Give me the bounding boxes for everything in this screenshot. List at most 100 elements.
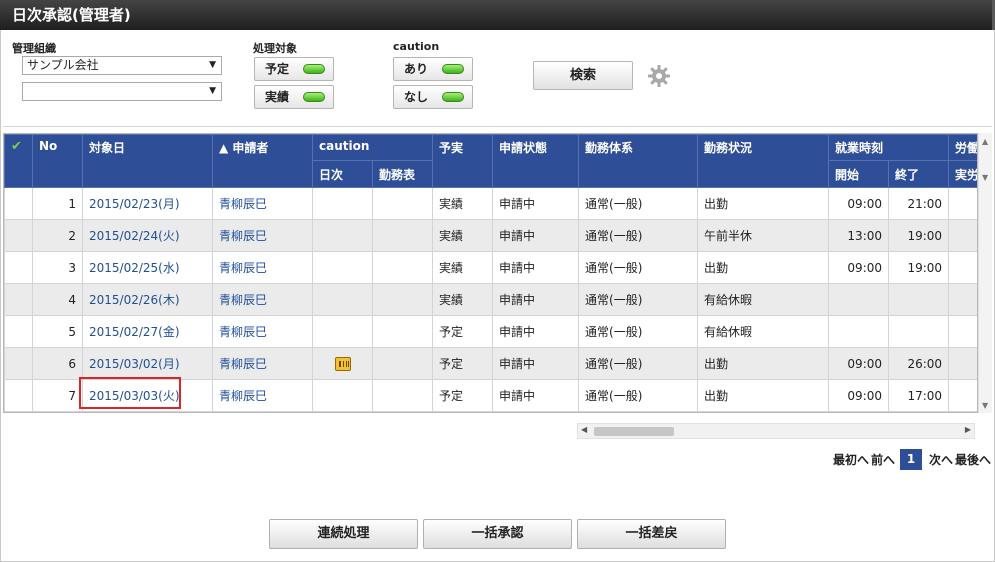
vertical-scrollbar[interactable]: ▲ ▼ ▼ [978,133,992,413]
row-caution-sheet [371,219,434,252]
row-applicant-link[interactable]: 青柳辰巳 [212,283,313,316]
sequential-process-button[interactable]: 連続処理 [269,519,418,549]
row-applicant-link[interactable]: 青柳辰巳 [212,347,313,380]
header-date[interactable]: 対象日 [82,134,213,188]
row-caution-daily [312,187,373,220]
scroll-thumb[interactable] [594,427,674,436]
row-end: 21:00 [888,187,950,220]
horizontal-scrollbar[interactable]: ◀ ▶ [577,423,975,439]
header-applicant[interactable]: ▲ 申請者 [212,134,313,188]
row-start: 13:00 [828,219,890,252]
header-worktime-start: 開始 [828,160,890,188]
row-no: 1 [32,187,83,220]
row-applicant-link[interactable]: 青柳辰巳 [212,187,313,220]
row-status: 申請中 [492,283,580,316]
select-all-header[interactable]: ✔ [4,134,33,188]
chevron-down-icon: ▼ [209,60,216,70]
row-date-link[interactable]: 2015/02/24(火) [82,219,213,252]
caution-calendar-icon[interactable] [334,356,351,371]
row-labor [948,283,977,316]
table-row[interactable]: 1 2015/02/23(月) 青柳辰巳 実績 申請中 通常(一般) 出勤 09:00 21:0… [4,187,977,220]
row-date-link[interactable]: 2015/02/25(水) [82,251,213,284]
row-labor: 1 [948,187,977,220]
row-start [828,283,890,316]
table-row[interactable]: 3 2015/02/25(水) 青柳辰巳 実績 申請中 通常(一般) 出勤 09:00 19:0… [4,251,977,284]
pager-prev[interactable]: 前へ [871,451,895,468]
row-select-cell[interactable] [4,251,33,284]
approval-table: ✔ No 対象日 ▲ 申請者 caution 予実 申請状態 勤務体系 勤務状況… [4,134,977,412]
pager-current[interactable]: 1 [900,449,922,470]
row-caution-sheet [371,379,434,412]
caution-no-label: なし [404,90,429,104]
target-plan-toggle[interactable]: 予定 [254,57,334,81]
row-caution-daily [312,219,373,252]
row-situation: 出勤 [697,251,830,284]
pager-next[interactable]: 次へ [929,451,953,468]
row-date-link[interactable]: 2015/02/26(木) [82,283,213,316]
row-caution-sheet [371,315,434,348]
header-plan[interactable]: 予実 [432,134,494,188]
row-applicant-link[interactable]: 青柳辰巳 [212,219,313,252]
row-caution-daily [312,315,373,348]
header-caution: caution [311,134,434,161]
table-row[interactable]: 2 2015/02/24(火) 青柳辰巳 実績 申請中 通常(一般) 午前半休 13:00 19… [4,219,977,252]
pager-first[interactable]: 最初へ [833,451,869,468]
org-select[interactable]: サンプル会社 ▼ [22,56,222,75]
row-no: 2 [32,219,83,252]
gear-icon[interactable] [647,64,671,88]
chevron-down-icon: ▼ [209,86,216,96]
scroll-right-icon[interactable]: ▶ [965,425,971,434]
row-applicant-link[interactable]: 青柳辰巳 [212,251,313,284]
bulk-return-button[interactable]: 一括差戻 [577,519,726,549]
table-row[interactable]: 5 2015/02/27(金) 青柳辰巳 予定 申請中 通常(一般) 有給休暇 [4,315,977,348]
toggle-on-indicator [303,64,325,74]
row-select-cell[interactable] [4,315,33,348]
header-system[interactable]: 勤務体系 [578,134,699,188]
target-label: 処理対象 [253,42,297,55]
row-select-cell[interactable] [4,283,33,316]
org-label: 管理組織 [12,42,56,55]
scroll-left-icon[interactable]: ◀ [581,425,587,434]
org-select-value: サンプル会社 [27,58,99,72]
header-situation[interactable]: 勤務状況 [697,134,830,188]
row-system: 通常(一般) [578,283,699,316]
row-labor [948,379,977,412]
header-status[interactable]: 申請状態 [492,134,580,188]
search-button[interactable]: 検索 [533,61,633,90]
row-labor [948,219,977,252]
highlight-box [79,377,181,409]
row-date-link[interactable]: 2015/02/23(月) [82,187,213,220]
row-select-cell[interactable] [4,347,33,380]
scroll-up-icon[interactable]: ▲ [982,137,988,146]
row-select-cell[interactable] [4,219,33,252]
row-no: 6 [32,347,83,380]
row-date-link[interactable]: 2015/02/27(金) [82,315,213,348]
row-system: 通常(一般) [578,251,699,284]
row-situation: 出勤 [697,379,830,412]
row-select-cell[interactable] [4,187,33,220]
table-row[interactable]: 4 2015/02/26(木) 青柳辰巳 実績 申請中 通常(一般) 有給休暇 [4,283,977,316]
caution-no-toggle[interactable]: なし [393,85,473,109]
row-select-cell[interactable] [4,379,33,412]
row-date-link[interactable]: 2015/03/02(月) [82,347,213,380]
scroll-down-icon[interactable]: ▼ [982,401,988,410]
row-situation: 午前半休 [697,219,830,252]
table-row[interactable]: 6 2015/03/02(月) 青柳辰巳 予定 申請中 通常(一般) 出勤 09:00 26:0… [4,347,977,380]
row-system: 通常(一般) [578,315,699,348]
caution-yes-toggle[interactable]: あり [393,57,473,81]
bulk-approve-button[interactable]: 一括承認 [423,519,572,549]
pager-last[interactable]: 最後へ [955,451,991,468]
toggle-on-indicator [442,64,464,74]
target-actual-toggle[interactable]: 実績 [254,85,334,109]
header-worktime: 就業時刻 [828,134,950,161]
target-actual-label: 実績 [265,90,290,104]
row-no: 4 [32,283,83,316]
scroll-up-icon[interactable]: ▼ [982,173,988,182]
org-select-2[interactable]: ▼ [22,82,222,101]
row-applicant-link[interactable]: 青柳辰巳 [212,379,313,412]
row-applicant-link[interactable]: 青柳辰巳 [212,315,313,348]
row-caution-sheet [371,251,434,284]
row-no: 5 [32,315,83,348]
row-system: 通常(一般) [578,347,699,380]
row-status: 申請中 [492,187,580,220]
